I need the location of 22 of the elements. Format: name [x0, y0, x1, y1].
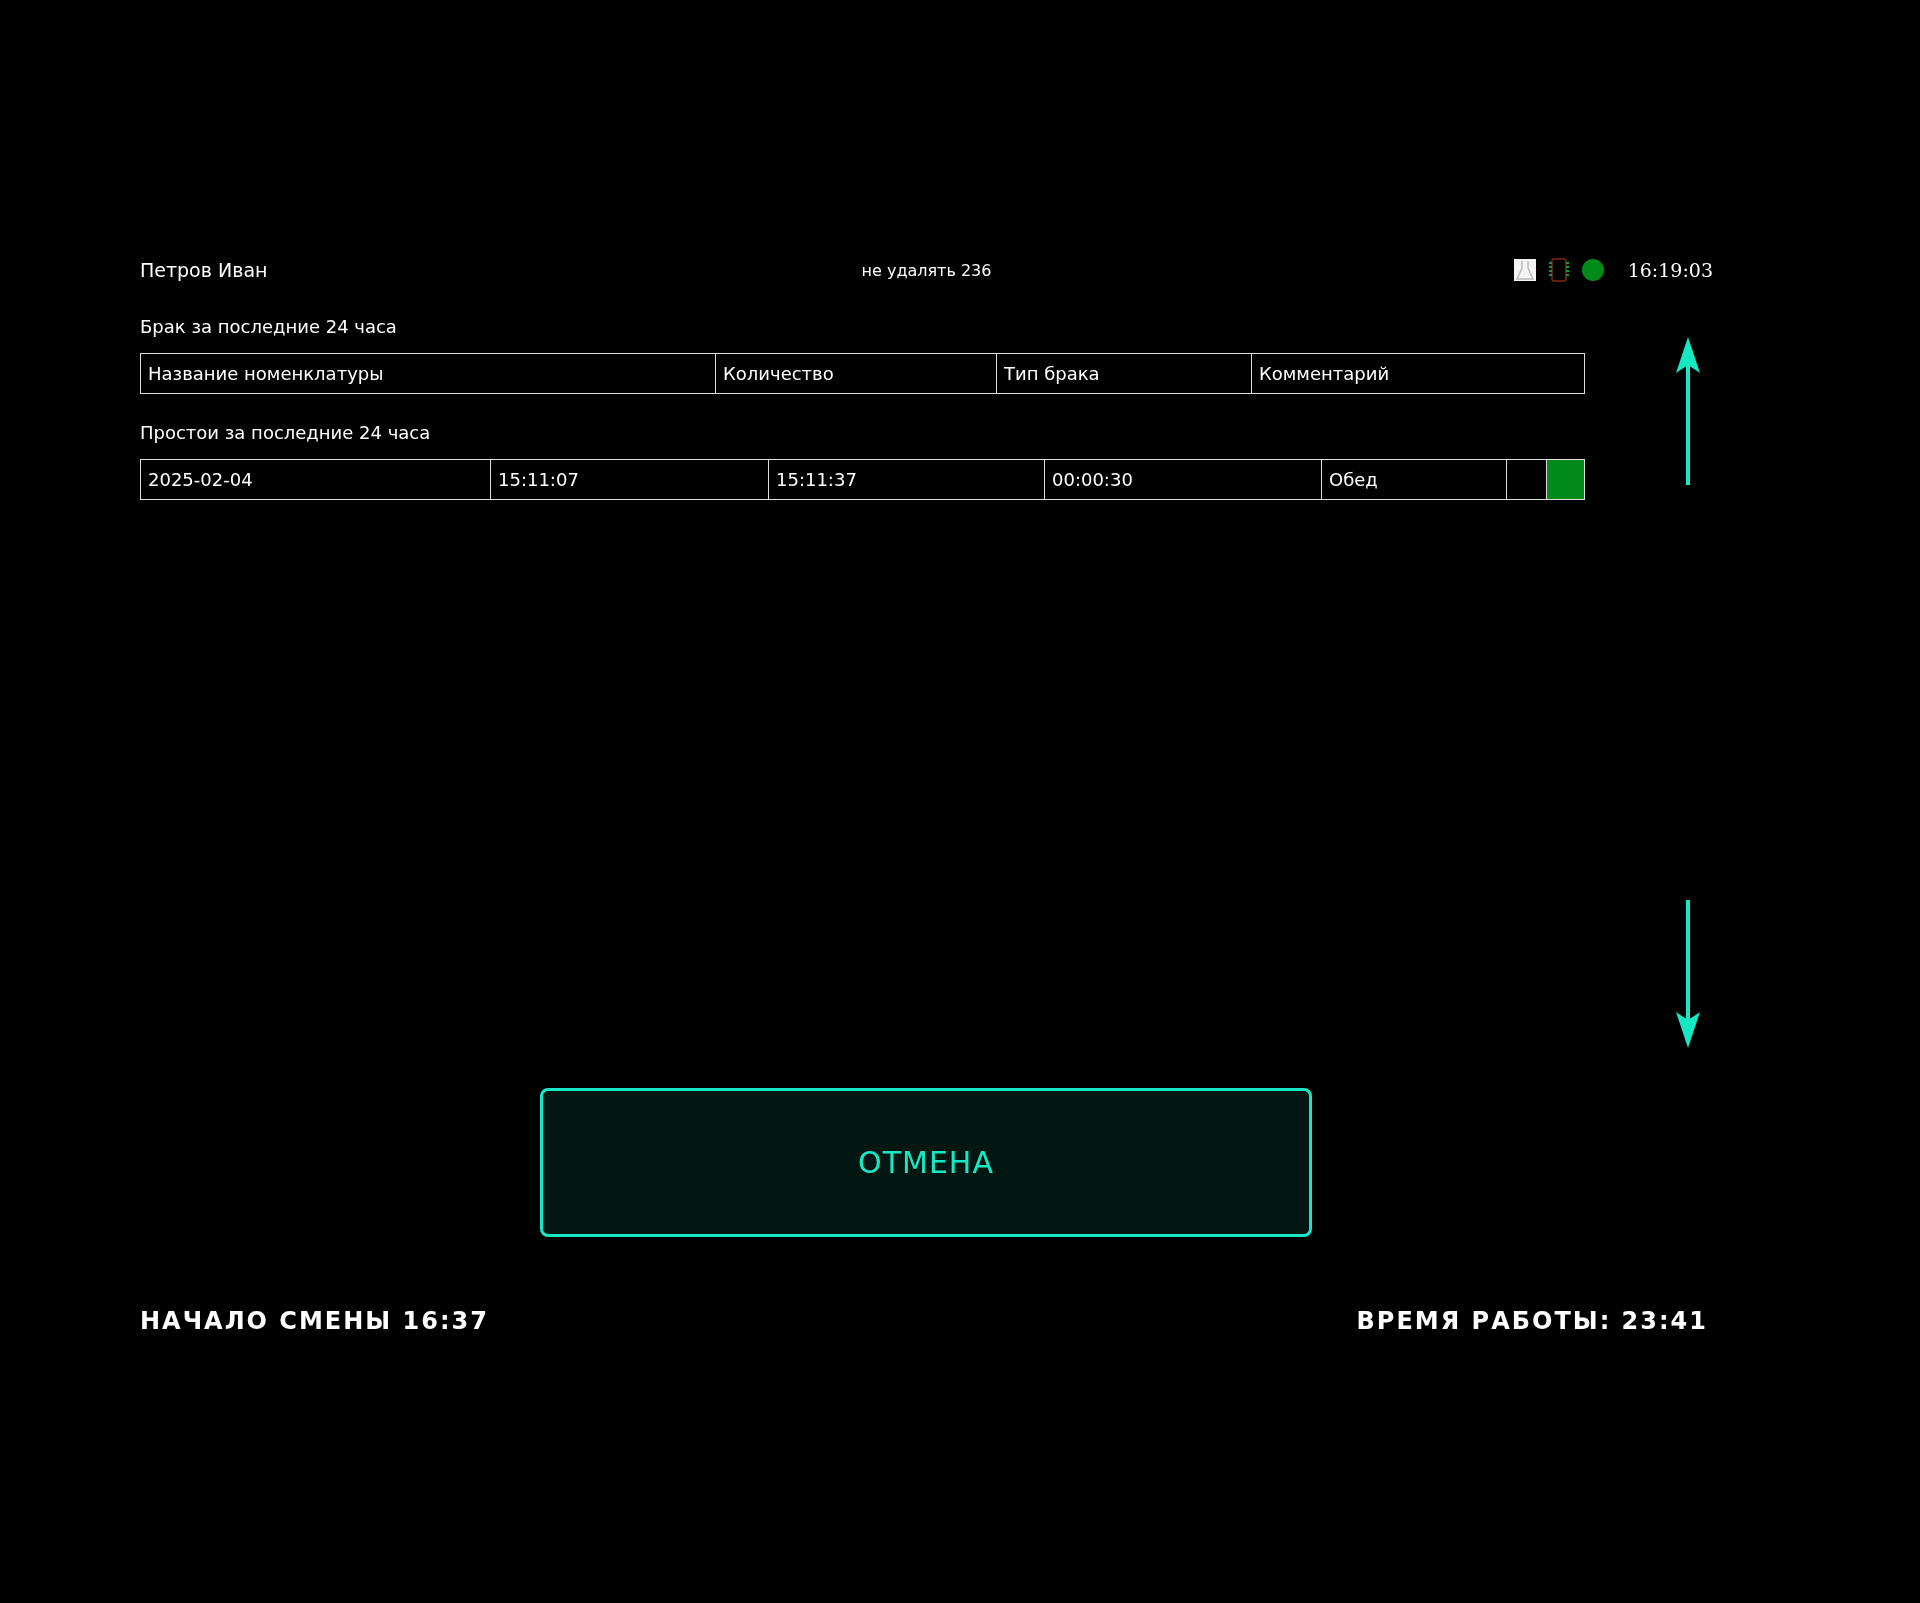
section-title: Брак за последние 24 часа	[140, 316, 398, 338]
column-header: Комментарий	[1251, 354, 1584, 393]
section-title: Простои за последние 24 часа	[140, 422, 432, 444]
table-cell-text: 2025-02-04	[147, 468, 254, 492]
work-time: ВРЕМЯ РАБОТЫ: 23:41	[1356, 1307, 1708, 1335]
chip-icon	[1547, 258, 1570, 282]
flask-icon	[1513, 259, 1536, 281]
cancel-button[interactable]: ОТМЕНА	[540, 1088, 1312, 1237]
table-cell: 15:11:37	[768, 460, 1044, 499]
table-cell: Обед	[1321, 460, 1506, 499]
up-arrow-icon[interactable]	[1676, 337, 1700, 485]
device-note: не удалять 236	[860, 260, 993, 280]
down-arrow-icon[interactable]	[1676, 900, 1700, 1048]
table-row[interactable]: 2025-02-04 15:11:07 15:11:37 00:00:30 Обед	[140, 459, 1585, 500]
operator-name: Петров Иван	[140, 259, 269, 281]
column-header: Тип брака	[996, 354, 1251, 393]
clock: 16:19:03	[1627, 259, 1713, 281]
column-header: Название номенклатуры	[147, 362, 385, 386]
column-header: Количество	[715, 354, 996, 393]
shift-start: НАЧАЛО СМЕНЫ 16:37	[140, 1307, 489, 1335]
table-cell: 15:11:07	[490, 460, 768, 499]
table-cell: 00:00:30	[1044, 460, 1321, 499]
